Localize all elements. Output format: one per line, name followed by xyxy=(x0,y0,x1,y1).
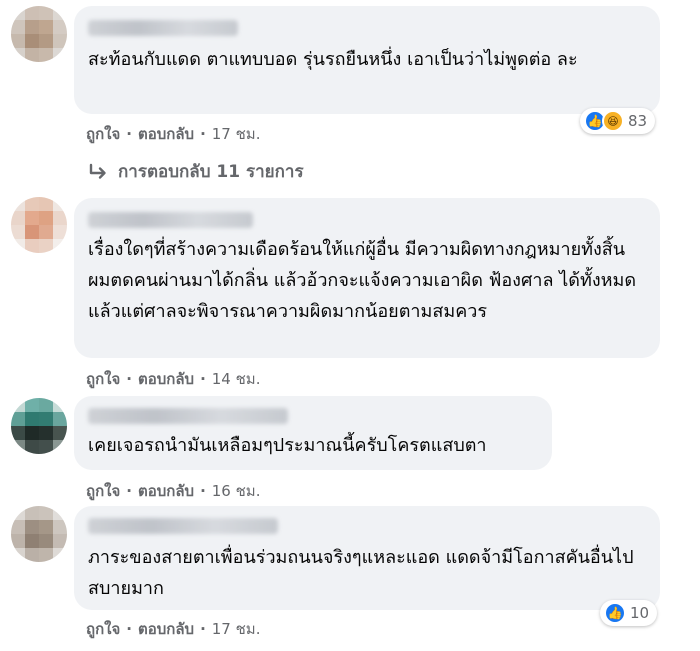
comment-actions: ถูกใจ · ตอบกลับ · 17 ชม. xyxy=(86,617,260,641)
separator: · xyxy=(126,620,132,638)
reaction-summary[interactable]: 👍 😆 83 xyxy=(580,108,656,134)
reaction-summary[interactable]: 👍 10 xyxy=(600,600,658,626)
like-button[interactable]: ถูกใจ xyxy=(86,617,120,641)
separator: · xyxy=(126,482,132,500)
reaction-count: 10 xyxy=(630,604,650,622)
comment-actions: ถูกใจ · ตอบกลับ · 14 ชม. xyxy=(86,367,260,391)
author-name[interactable] xyxy=(88,20,238,36)
like-button[interactable]: ถูกใจ xyxy=(86,479,120,503)
author-name[interactable] xyxy=(88,518,278,534)
avatar[interactable] xyxy=(11,197,67,253)
comment-actions: ถูกใจ · ตอบกลับ · 16 ชม. xyxy=(86,479,260,503)
like-button[interactable]: ถูกใจ xyxy=(86,122,120,146)
like-button[interactable]: ถูกใจ xyxy=(86,367,120,391)
reply-button[interactable]: ตอบกลับ xyxy=(138,367,194,391)
comment-text: ภาระของสายตาเพื่อนร่วมถนนจริงๆแหละแอด แด… xyxy=(88,547,634,599)
comment-text: เคยเจอรถนำมันเหลือมๆประมาณนี้ครับโครตแสบ… xyxy=(88,435,487,456)
replies-label: การตอบกลับ 11 รายการ xyxy=(118,162,304,182)
avatar[interactable] xyxy=(11,6,67,62)
comment-text: เรื่องใดๆที่สร้างความเดือดร้อนให้แก่ผู้อ… xyxy=(88,239,637,322)
timestamp[interactable]: 16 ชม. xyxy=(212,479,261,503)
haha-icon: 😆 xyxy=(602,110,624,132)
reply-button[interactable]: ตอบกลับ xyxy=(138,479,194,503)
separator: · xyxy=(200,370,206,388)
comment-bubble: เคยเจอรถนำมันเหลือมๆประมาณนี้ครับโครตแสบ… xyxy=(74,396,552,470)
reaction-count: 83 xyxy=(628,112,648,130)
comment-text: สะท้อนกับแดด ตาแทบบอด รุ่นรถยืนหนึ่ง เอา… xyxy=(88,49,578,70)
separator: · xyxy=(200,125,206,143)
avatar[interactable] xyxy=(11,398,67,454)
comment-bubble: เรื่องใดๆที่สร้างความเดือดร้อนให้แก่ผู้อ… xyxy=(74,198,660,358)
author-name[interactable] xyxy=(88,408,288,424)
separator: · xyxy=(126,370,132,388)
separator: · xyxy=(200,620,206,638)
comment-actions: ถูกใจ · ตอบกลับ · 17 ชม. xyxy=(86,122,260,146)
view-replies-link[interactable]: การตอบกลับ 11 รายการ xyxy=(88,158,304,185)
reply-arrow-icon xyxy=(89,163,106,179)
avatar[interactable] xyxy=(11,506,67,562)
reply-button[interactable]: ตอบกลับ xyxy=(138,617,194,641)
author-name[interactable] xyxy=(88,212,253,228)
separator: · xyxy=(200,482,206,500)
timestamp[interactable]: 17 ชม. xyxy=(212,122,261,146)
comment-bubble: สะท้อนกับแดด ตาแทบบอด รุ่นรถยืนหนึ่ง เอา… xyxy=(74,6,660,114)
timestamp[interactable]: 17 ชม. xyxy=(212,617,261,641)
like-icon: 👍 xyxy=(604,602,626,624)
separator: · xyxy=(126,125,132,143)
timestamp[interactable]: 14 ชม. xyxy=(212,367,261,391)
reply-button[interactable]: ตอบกลับ xyxy=(138,122,194,146)
comment-bubble: ภาระของสายตาเพื่อนร่วมถนนจริงๆแหละแอด แด… xyxy=(74,506,660,610)
